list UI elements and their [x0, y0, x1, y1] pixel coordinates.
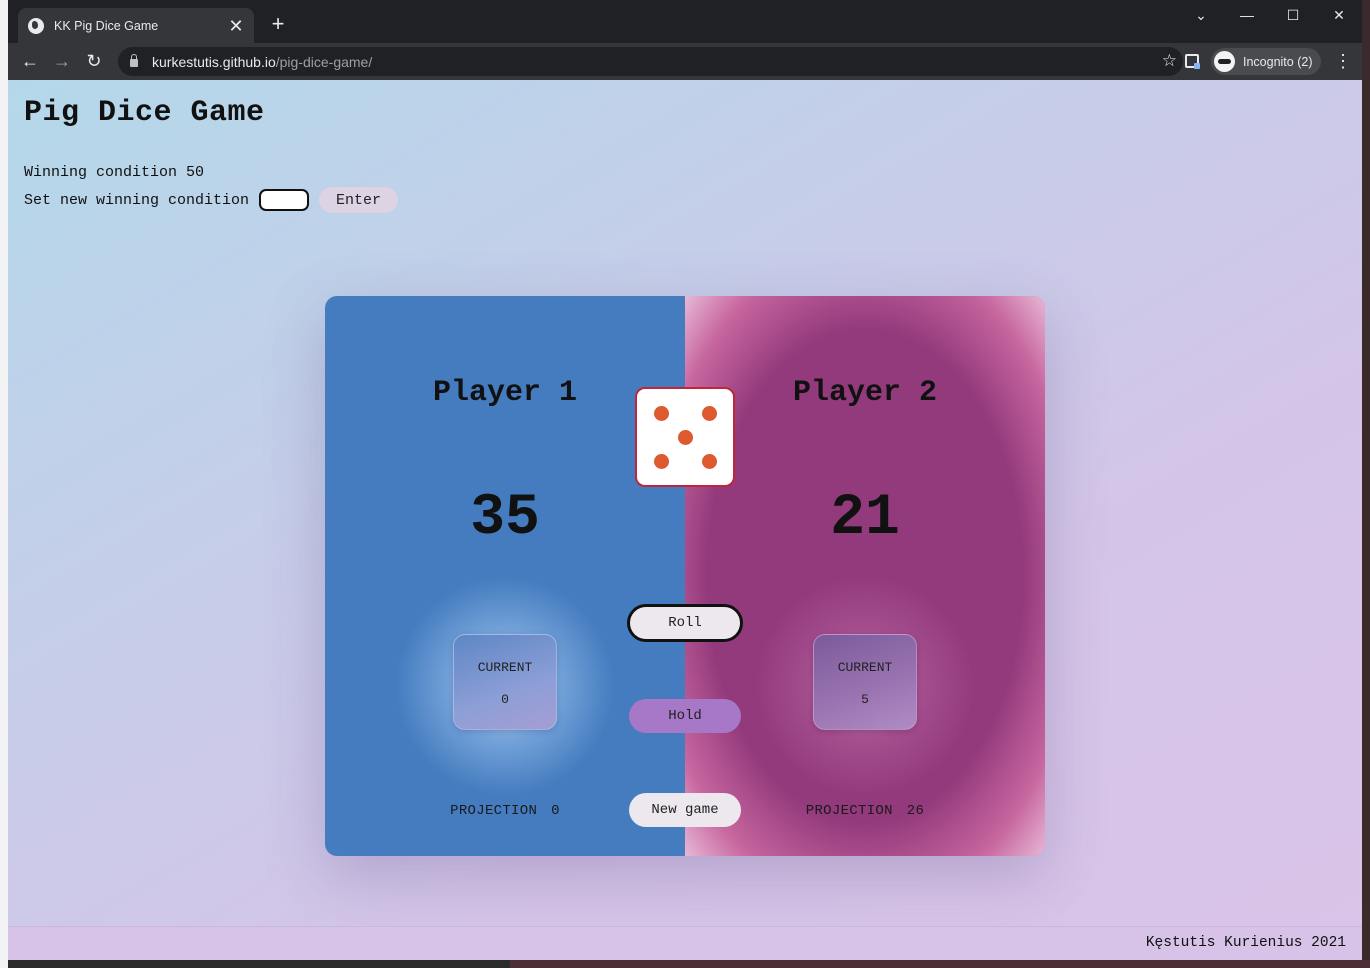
player1-projection-value: 0 — [551, 803, 560, 819]
set-winning-condition-label: Set new winning condition — [24, 191, 250, 209]
player1-current-label: CURRENT — [477, 660, 533, 675]
bookmark-star-icon[interactable]: ☆ — [1162, 51, 1177, 71]
player1-current-value: 0 — [501, 692, 509, 707]
footer: Kęstutis Kurienius 2021 — [8, 926, 1362, 960]
incognito-icon — [1214, 51, 1235, 72]
close-window-button[interactable]: ✕ — [1324, 4, 1354, 26]
page-viewport: Pig Dice Game Winning condition 50 Set n… — [8, 80, 1362, 960]
dice-pip — [653, 405, 669, 421]
reading-list-icon[interactable] — [1185, 54, 1200, 69]
player1-projection-label: PROJECTION — [450, 803, 538, 819]
forward-button[interactable]: → — [50, 49, 74, 73]
dice-pip — [653, 453, 669, 469]
url-path: /pig-dice-game/ — [275, 53, 373, 70]
dice-pip — [701, 453, 717, 469]
reload-button[interactable]: ↻ — [82, 49, 106, 73]
incognito-profile-button[interactable]: Incognito (2) — [1211, 48, 1321, 75]
hold-button[interactable]: Hold — [629, 699, 741, 733]
enter-button[interactable]: Enter — [319, 187, 399, 213]
player2-projection-label: PROJECTION — [805, 803, 893, 819]
player2-projection-value: 26 — [906, 803, 925, 819]
browser-menu-icon[interactable]: ⋮ — [1334, 49, 1352, 73]
background-window-edge — [0, 0, 8, 968]
winning-condition: Winning condition 50 — [24, 164, 204, 181]
dice-pip — [677, 429, 693, 445]
tab-title: KK Pig Dice Game — [54, 18, 159, 33]
roll-button[interactable]: Roll — [627, 604, 743, 642]
new-tab-button[interactable]: + — [268, 12, 288, 36]
player2-panel: Player 2 21 CURRENT 5 PROJECTION 26 — [685, 296, 1045, 856]
tab-active[interactable]: KK Pig Dice Game ✕ — [18, 8, 254, 43]
tab-strip: KK Pig Dice Game ✕ + ⌄ — ☐ ✕ — [8, 0, 1362, 43]
player2-current-box: CURRENT 5 — [813, 634, 917, 730]
tab-search-icon[interactable]: ⌄ — [1186, 4, 1216, 26]
desktop-edge — [1362, 0, 1370, 968]
winning-condition-input[interactable] — [259, 189, 310, 211]
page-title: Pig Dice Game — [24, 96, 265, 130]
dice-pip — [701, 405, 717, 421]
tab-close-icon[interactable]: ✕ — [228, 17, 244, 35]
back-button[interactable]: ← — [18, 49, 42, 73]
set-winning-condition-row: Set new winning condition Enter — [24, 187, 399, 213]
profile-label: Incognito (2) — [1243, 54, 1313, 69]
game-board: Player 1 35 CURRENT 0 PROJECTION 0 Player… — [325, 296, 1045, 856]
browser-toolbar: ← → ↻ kurkestutis.github.io /pig-dice-ga… — [8, 43, 1362, 80]
lock-icon[interactable] — [130, 54, 138, 67]
player2-score: 21 — [830, 486, 900, 551]
player1-panel: Player 1 35 CURRENT 0 PROJECTION 0 — [325, 296, 685, 856]
footer-credit: Kęstutis Kurienius 2021 — [1145, 935, 1346, 951]
player2-current-label: CURRENT — [837, 660, 893, 675]
player1-current-box: CURRENT 0 — [453, 634, 557, 730]
player1-score: 35 — [470, 486, 540, 551]
player2-name: Player 2 — [792, 376, 938, 410]
desktop-wallpaper-edge — [510, 960, 1370, 968]
winning-condition-value: 50 — [186, 164, 205, 181]
dice-five-icon — [635, 387, 735, 487]
new-game-button[interactable]: New game — [629, 793, 741, 827]
minimize-button[interactable]: — — [1232, 4, 1262, 26]
browser-window: KK Pig Dice Game ✕ + ⌄ — ☐ ✕ ← → ↻ kurke… — [8, 0, 1362, 960]
address-bar[interactable]: kurkestutis.github.io /pig-dice-game/ ☆ — [118, 47, 1183, 76]
winning-condition-label: Winning condition — [24, 164, 178, 181]
player1-name: Player 1 — [432, 376, 578, 410]
player2-current-value: 5 — [861, 692, 869, 707]
globe-icon — [28, 17, 44, 34]
url-host: kurkestutis.github.io — [152, 53, 276, 70]
maximize-button[interactable]: ☐ — [1278, 4, 1308, 26]
